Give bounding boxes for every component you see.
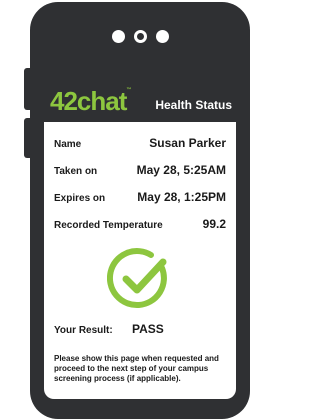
field-value: Susan Parker (149, 136, 226, 150)
field-label: Recorded Temperature (54, 220, 163, 231)
dot (111, 30, 125, 43)
field-value: May 28, 1:25PM (137, 190, 226, 204)
instruction-note: Please show this page when requested and… (54, 354, 219, 383)
field-row-expires-on: Expires on May 28, 1:25PM (54, 184, 226, 211)
field-row-name: Name Susan Parker (54, 130, 226, 157)
dot (155, 30, 169, 43)
field-label: Name (54, 139, 82, 150)
result-row: Your Result: PASS (54, 322, 226, 342)
page-title: Health Status (155, 98, 232, 112)
field-value: 99.2 (202, 217, 226, 231)
logo-trademark: ™ (126, 87, 132, 93)
check-circle-icon (107, 248, 167, 308)
brand-logo: 42chat™ (50, 86, 132, 116)
phone-camera-dots (30, 30, 250, 43)
logo-text: 42chat (50, 86, 127, 116)
field-label: Taken on (54, 166, 98, 177)
field-row-temperature: Recorded Temperature 99.2 (54, 211, 226, 238)
result-label: Your Result: (54, 325, 113, 336)
field-label: Expires on (54, 193, 106, 204)
app-header: 42chat™ Health Status (40, 72, 240, 124)
result-value: PASS (132, 322, 164, 336)
field-value: May 28, 5:25AM (136, 163, 226, 177)
camera-ring (133, 30, 147, 43)
field-row-taken-on: Taken on May 28, 5:25AM (54, 157, 226, 184)
health-status-card: Name Susan Parker Taken on May 28, 5:25A… (44, 122, 236, 399)
phone-frame: 42chat™ Health Status Name Susan Parker … (30, 2, 250, 419)
